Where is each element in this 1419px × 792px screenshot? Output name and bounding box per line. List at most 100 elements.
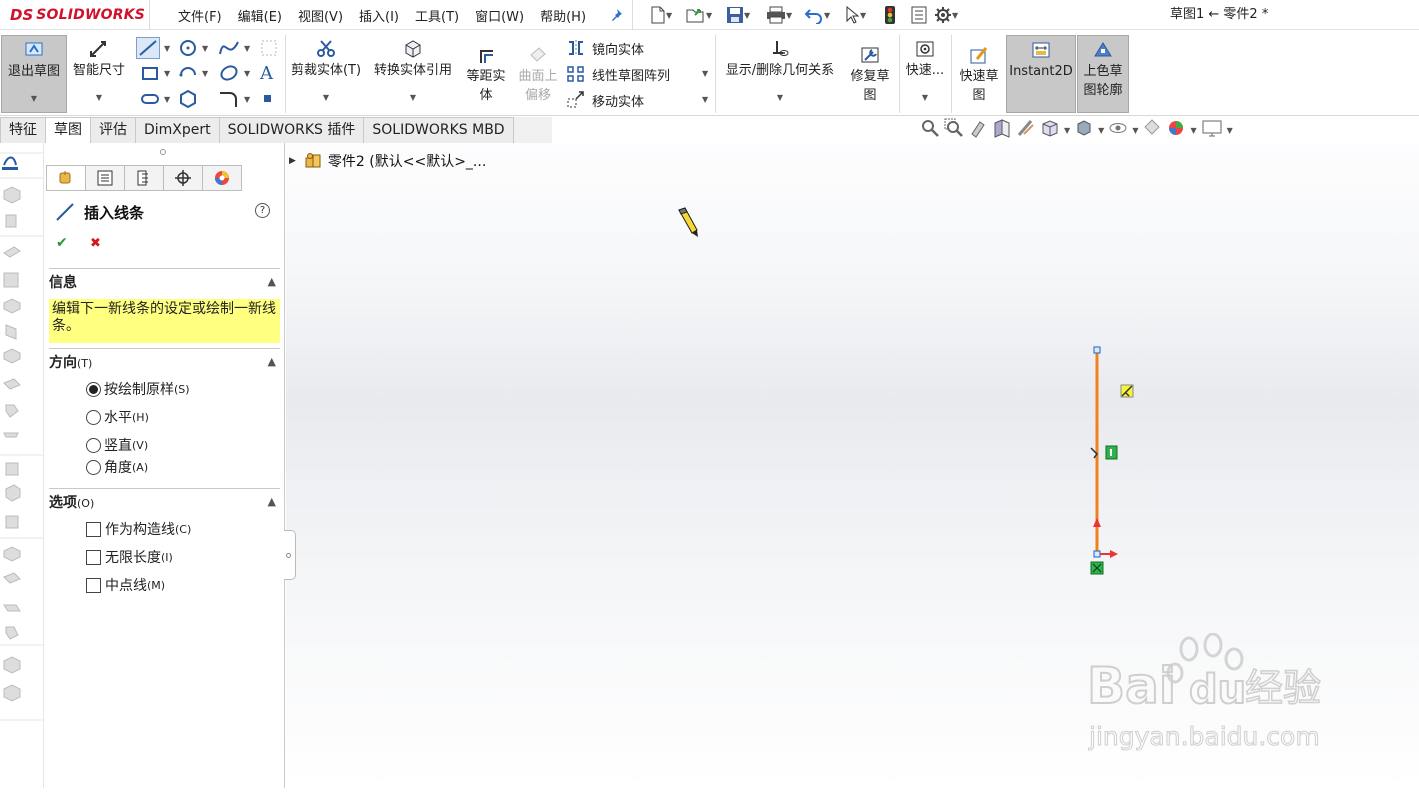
radio-button[interactable] xyxy=(86,459,101,475)
for-construction-checkbox[interactable]: 作为构造线 (C) xyxy=(86,518,191,540)
apply-scene-icon[interactable] xyxy=(1166,118,1186,142)
cut-extrude-icon[interactable] xyxy=(5,324,17,340)
trim-entities-button[interactable]: 剪裁实体(T) ▼ xyxy=(288,35,364,113)
radio-button[interactable] xyxy=(86,409,101,425)
display-delete-relations-button[interactable]: 显示/删除几何关系 ▼ xyxy=(718,35,842,113)
instant2d-button[interactable]: Instant2D xyxy=(1006,35,1076,113)
extrude-icon[interactable] xyxy=(3,186,21,204)
offset-entities-button[interactable]: 等距实 体 xyxy=(460,41,512,113)
orientation-as-sketched-radio[interactable]: 按绘制原样 (S) xyxy=(86,378,190,400)
chevron-down-icon[interactable]: ▼ xyxy=(244,69,250,78)
chevron-down-icon[interactable]: ▼ xyxy=(202,44,208,53)
collapse-icon[interactable]: ▲ xyxy=(268,355,276,368)
radio-button[interactable] xyxy=(86,381,101,397)
dynamic-annotation-icon[interactable] xyxy=(1016,118,1036,142)
feature-manager-tab-icon[interactable] xyxy=(46,165,86,191)
pin-icon[interactable] xyxy=(608,4,624,26)
hide-show-items-icon[interactable] xyxy=(1108,118,1128,142)
rectangle-tool-icon[interactable] xyxy=(140,63,160,87)
zoom-to-area-icon[interactable] xyxy=(944,118,964,142)
linear-sketch-pattern-button[interactable]: 线性草图阵列 xyxy=(566,62,670,86)
sketch-line-geometry[interactable] xyxy=(1080,340,1140,580)
smart-dimension-button[interactable]: 智能尺寸 ▼ xyxy=(68,35,130,113)
menu-edit[interactable]: 编辑(E) xyxy=(230,6,290,25)
message-section-header[interactable]: 信息 ▲ xyxy=(49,268,280,294)
menu-file[interactable]: 文件(F) xyxy=(170,6,230,25)
tab-evaluate[interactable]: 评估 xyxy=(90,117,136,143)
chevron-down-icon[interactable]: ▼ xyxy=(1098,126,1104,135)
feature-tree-flyout[interactable]: ▶ 零件2 (默认<<默认>_... xyxy=(289,151,486,171)
exit-sketch-button[interactable]: 退出草图 ▼ xyxy=(1,35,67,113)
chevron-down-icon[interactable]: ▼ xyxy=(68,88,130,107)
mirror-strip-icon[interactable] xyxy=(3,656,21,674)
pattern-strip-icon[interactable] xyxy=(3,684,21,702)
tab-addins[interactable]: SOLIDWORKS 插件 xyxy=(218,117,365,143)
display-style-icon[interactable] xyxy=(1074,118,1094,142)
line-endpoint-top[interactable] xyxy=(1093,346,1101,354)
repair-sketch-button[interactable]: 修复草 图 xyxy=(844,41,896,113)
curves-icon[interactable] xyxy=(3,604,21,612)
panel-collapse-handle[interactable] xyxy=(284,530,296,580)
chevron-down-icon[interactable]: ▼ xyxy=(1190,126,1196,135)
orientation-section-header[interactable]: 方向(T) ▲ xyxy=(49,348,280,374)
intersect-icon[interactable] xyxy=(3,546,21,562)
help-icon[interactable]: ? xyxy=(255,203,270,218)
convert-entities-button[interactable]: 转换实体引用 ▼ xyxy=(368,35,458,113)
options-section-header[interactable]: 选项(O) ▲ xyxy=(49,488,280,514)
chevron-down-icon[interactable]: ▼ xyxy=(164,69,170,78)
boundary-icon[interactable] xyxy=(3,298,21,314)
previous-view-icon[interactable] xyxy=(968,118,988,142)
straight-slot-tool-icon[interactable] xyxy=(140,89,160,113)
rebuild-traffic-light-icon[interactable] xyxy=(884,4,896,26)
shell-icon[interactable] xyxy=(5,462,19,476)
chevron-down-icon[interactable]: ▼ xyxy=(718,88,842,107)
checkbox[interactable] xyxy=(86,521,101,537)
chevron-down-icon[interactable]: ▼ xyxy=(2,89,66,108)
revolve-icon[interactable] xyxy=(5,214,17,228)
mirror-entities-button[interactable]: 镜向实体 xyxy=(566,36,644,60)
plane-tool-icon[interactable] xyxy=(260,38,278,62)
infinite-length-checkbox[interactable]: 无限长度 (I) xyxy=(86,546,173,568)
shaded-sketch-contours-button[interactable]: 上色草 图轮廓 xyxy=(1077,35,1129,113)
spline-tool-icon[interactable] xyxy=(218,38,240,62)
chevron-down-icon[interactable]: ▼ xyxy=(202,69,208,78)
print-icon[interactable]: ▼ xyxy=(766,4,792,26)
chevron-down-icon[interactable]: ▼ xyxy=(702,95,708,104)
options-gear-icon[interactable]: ▼ xyxy=(934,4,958,26)
display-manager-tab-icon[interactable] xyxy=(202,165,242,191)
dimxpert-manager-tab-icon[interactable] xyxy=(163,165,203,191)
menu-window[interactable]: 窗口(W) xyxy=(467,6,532,25)
midpoint-line-checkbox[interactable]: 中点线 (M) xyxy=(86,574,165,596)
orientation-angle-radio[interactable]: 角度 (A) xyxy=(86,456,148,478)
view-orientation-icon[interactable] xyxy=(1040,118,1060,142)
ellipse-tool-icon[interactable] xyxy=(218,63,240,87)
loft-icon[interactable] xyxy=(3,272,19,288)
configuration-manager-tab-icon[interactable] xyxy=(124,165,164,191)
menu-tools[interactable]: 工具(T) xyxy=(407,6,467,25)
edit-appearance-icon[interactable] xyxy=(1142,118,1162,142)
chevron-down-icon[interactable]: ▼ xyxy=(244,44,250,53)
text-tool-icon[interactable]: A xyxy=(260,63,273,84)
collapse-icon[interactable]: ▲ xyxy=(268,275,276,288)
line-endpoint-origin[interactable] xyxy=(1093,550,1101,558)
instant3d-icon[interactable] xyxy=(5,626,19,640)
checkbox[interactable] xyxy=(86,549,101,565)
save-icon[interactable]: ▼ xyxy=(726,4,750,26)
chevron-down-icon[interactable]: ▼ xyxy=(902,88,948,107)
sweep-icon[interactable] xyxy=(3,246,21,258)
orientation-vertical-radio[interactable]: 竖直 (V) xyxy=(86,434,148,456)
wrap-icon[interactable] xyxy=(5,515,19,529)
chevron-down-icon[interactable]: ▼ xyxy=(1132,126,1138,135)
menu-insert[interactable]: 插入(I) xyxy=(351,6,407,25)
cancel-x-icon[interactable]: ✖ xyxy=(90,236,101,251)
solidworks-logo[interactable]: DS SOLIDWORKS xyxy=(0,0,150,30)
chevron-down-icon[interactable]: ▼ xyxy=(164,44,170,53)
collapse-icon[interactable]: ▲ xyxy=(268,495,276,508)
fillet-tool-icon[interactable] xyxy=(218,89,240,113)
expand-arrow-icon[interactable]: ▶ xyxy=(289,156,296,166)
fillet-strip-icon[interactable] xyxy=(5,404,19,418)
rapid-sketch-button[interactable]: 快速草 图 xyxy=(954,41,1004,113)
sketch-strip-icon[interactable] xyxy=(2,156,18,171)
section-view-icon[interactable] xyxy=(992,118,1012,142)
tab-dimxpert[interactable]: DimXpert xyxy=(135,117,220,143)
